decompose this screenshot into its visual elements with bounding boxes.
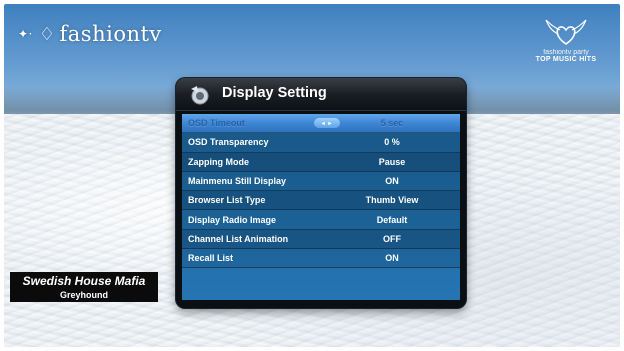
setting-value[interactable]: 0 % <box>332 137 452 147</box>
setting-row-zapping-mode[interactable]: Zapping Mode Pause <box>182 152 460 172</box>
setting-label: Browser List Type <box>188 195 266 206</box>
channel-logo-text: fashiontv <box>59 22 162 46</box>
setting-value[interactable]: Thumb View <box>332 195 452 205</box>
setting-row-browser-list-type[interactable]: Browser List Type Thumb View <box>182 191 460 211</box>
setting-label: Display Radio Image <box>188 214 277 225</box>
settings-globe-icon <box>191 86 209 105</box>
party-emblem: fashiontv party TOP MUSIC HITS <box>526 18 606 63</box>
setting-label: Recall List <box>188 253 234 264</box>
setting-row-channel-list-animation[interactable]: Channel List Animation OFF <box>182 229 460 250</box>
tv-screen: ✦· ♢ fashiontv fashiontv party TOP MUSIC… <box>4 4 620 347</box>
artist-name: Swedish House Mafia <box>22 274 146 288</box>
dialog-title: Display Setting <box>222 85 327 101</box>
setting-row-osd-timeout[interactable]: OSD Timeout ◂ ▸ 5 sec <box>182 114 460 134</box>
setting-label: Channel List Animation <box>188 233 289 244</box>
setting-row-osd-transparency[interactable]: OSD Transparency 0 % <box>182 133 460 153</box>
diamond-icon: ♢ <box>38 23 56 45</box>
setting-label: Mainmenu Still Display <box>188 176 287 187</box>
setting-value[interactable]: 5 sec <box>332 118 452 128</box>
dialog-header: Display Setting <box>176 78 466 111</box>
setting-value[interactable]: ON <box>332 176 452 186</box>
setting-row-display-radio-image[interactable]: Display Radio Image Default <box>182 210 460 230</box>
setting-value[interactable]: OFF <box>332 234 452 244</box>
setting-value[interactable]: ON <box>332 253 452 263</box>
winged-heart-icon <box>545 19 587 45</box>
channel-logo: ✦· ♢ fashiontv <box>18 22 162 46</box>
setting-value[interactable]: Default <box>332 215 452 225</box>
setting-value[interactable]: Pause <box>332 157 452 167</box>
emblem-line2: TOP MUSIC HITS <box>535 56 597 63</box>
settings-list: OSD Timeout ◂ ▸ 5 sec OSD Transparency 0 % Za… <box>182 114 460 300</box>
setting-row-recall-list[interactable]: Recall List ON <box>182 249 460 269</box>
display-setting-dialog: Display Setting OSD Timeout ◂ ▸ 5 sec OSD T… <box>176 78 466 308</box>
setting-label: OSD Timeout <box>188 118 245 129</box>
emblem-line1: fashiontv party <box>543 49 589 56</box>
now-playing-caption: Swedish House Mafia Greyhound <box>10 272 158 302</box>
dialog-footer <box>176 300 466 308</box>
track-name: Greyhound <box>59 290 108 300</box>
setting-label: Zapping Mode <box>188 156 249 167</box>
sparkle-icon: ✦· <box>18 27 33 41</box>
setting-label: OSD Transparency <box>188 137 269 148</box>
setting-row-mainmenu-still-display[interactable]: Mainmenu Still Display ON <box>182 171 460 192</box>
